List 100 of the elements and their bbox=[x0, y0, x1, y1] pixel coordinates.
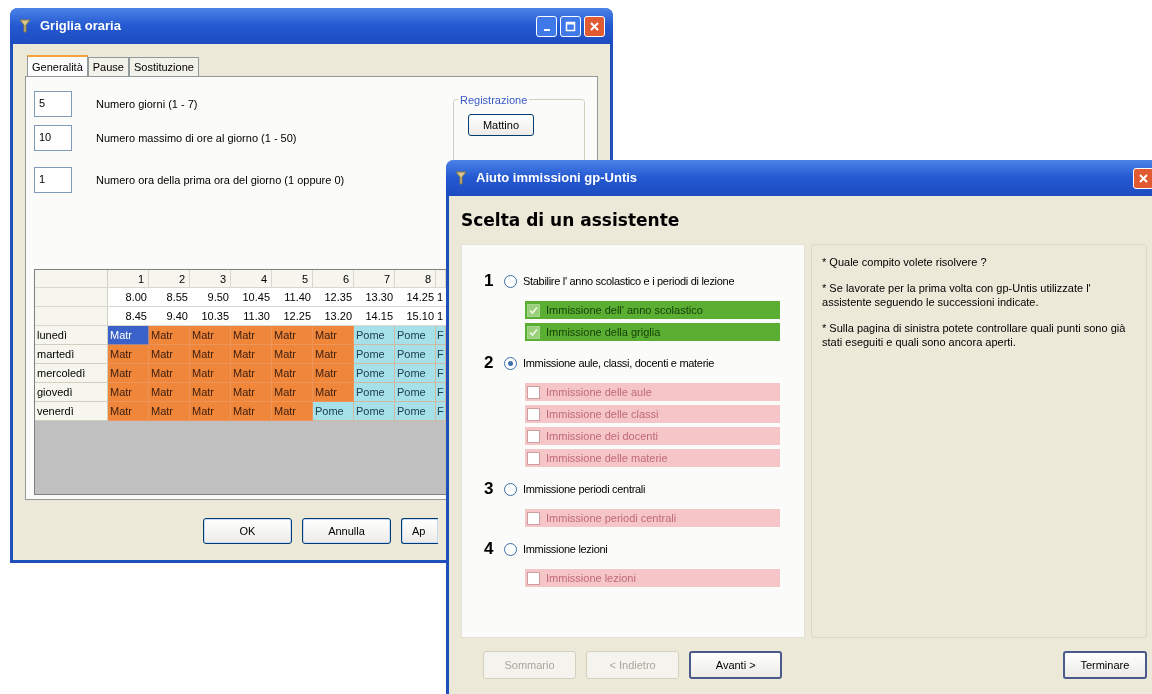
field-label: Numero ora della prima ora del giorno (1 oppure 0) bbox=[96, 172, 345, 188]
task-label: Immissione delle classi bbox=[546, 406, 659, 422]
table-cell[interactable]: Matr bbox=[231, 364, 272, 383]
table-cell: 11.40 bbox=[272, 288, 313, 306]
table-cell: 10.35 bbox=[190, 307, 231, 325]
table-cell[interactable]: Matr bbox=[190, 402, 231, 421]
task-label: Immissione delle materie bbox=[546, 450, 668, 466]
hint-text: * Sulla pagina di sinistra potete controllare quali punti sono già stati eseguiti e quali sono ancora aperti. bbox=[822, 321, 1127, 349]
table-cell[interactable]: Pome bbox=[395, 326, 436, 345]
table-cell[interactable]: Matr bbox=[108, 383, 149, 402]
table-cell[interactable]: Pome bbox=[395, 402, 436, 421]
column-header: 1 bbox=[108, 270, 149, 287]
hint-text: * Se lavorate per la prima volta con gp-Untis utilizzate l' assistente seguendo le successioni indicate. bbox=[822, 281, 1092, 309]
column-header: 6 bbox=[313, 270, 354, 287]
table-cell[interactable]: Matr bbox=[149, 402, 190, 421]
table-cell[interactable]: Matr bbox=[108, 364, 149, 383]
task-label: Immissione lezioni bbox=[546, 570, 636, 586]
table-cell[interactable]: Matr bbox=[231, 383, 272, 402]
table-cell[interactable]: Matr bbox=[108, 345, 149, 364]
row-header: mercoledì bbox=[35, 364, 108, 383]
table-cell: 1 bbox=[436, 307, 446, 325]
column-header: 2 bbox=[149, 270, 190, 287]
wizard-heading: Scelta di un assistente bbox=[461, 209, 681, 232]
table-cell[interactable]: Matr bbox=[313, 383, 354, 402]
column-header: 3 bbox=[190, 270, 231, 287]
step-label: Immissione periodi centrali bbox=[523, 481, 646, 497]
tab[interactable]: Pause bbox=[87, 57, 129, 76]
table-cell[interactable]: Matr bbox=[149, 364, 190, 383]
table-cell[interactable]: Pome bbox=[354, 345, 395, 364]
table-cell[interactable]: Pome bbox=[354, 383, 395, 402]
mattino-button[interactable]: Mattino bbox=[468, 114, 534, 136]
table-cell[interactable]: Matr bbox=[108, 326, 149, 345]
row-header: martedì bbox=[35, 345, 108, 364]
table-cell[interactable]: Matr bbox=[231, 345, 272, 364]
table-cell[interactable]: Pome bbox=[354, 364, 395, 383]
table-cell: 14.15 bbox=[354, 307, 395, 325]
dialog-button[interactable]: Annulla bbox=[302, 518, 391, 544]
table-cell[interactable]: Pome bbox=[395, 345, 436, 364]
dialog-button[interactable]: OK bbox=[203, 518, 292, 544]
table-cell[interactable]: Matr bbox=[272, 345, 313, 364]
finish-button[interactable]: Terminare bbox=[1062, 651, 1147, 679]
step-label: Immissione aule, classi, docenti e materie bbox=[523, 355, 714, 371]
table-cell: 9.50 bbox=[190, 288, 231, 306]
table-cell[interactable]: Matr bbox=[272, 326, 313, 345]
task-label: Immissione della griglia bbox=[546, 324, 661, 340]
row-header: lunedì bbox=[35, 326, 108, 345]
step-number: 1 bbox=[484, 270, 495, 293]
step-number: 4 bbox=[484, 538, 495, 561]
row-header: venerdì bbox=[35, 402, 108, 421]
table-cell[interactable]: Pome bbox=[395, 364, 436, 383]
table-cell[interactable]: Matr bbox=[313, 345, 354, 364]
window-title: Aiuto immissioni gp-Untis bbox=[476, 169, 639, 188]
row-header: giovedì bbox=[35, 383, 108, 402]
table-cell: 14.25 bbox=[395, 288, 436, 306]
column-header: 7 bbox=[354, 270, 395, 287]
table-cell[interactable]: Matr bbox=[149, 383, 190, 402]
wizard-button[interactable]: Avanti > bbox=[689, 651, 783, 679]
table-cell: 10.45 bbox=[231, 288, 272, 306]
table-cell[interactable]: Matr bbox=[108, 402, 149, 421]
tab[interactable]: Sostituzione bbox=[128, 57, 199, 76]
dialog-button[interactable]: Ap bbox=[401, 518, 438, 544]
column-header: 5 bbox=[272, 270, 313, 287]
table-cell[interactable]: Matr bbox=[190, 364, 231, 383]
task-label: Immissione periodi centrali bbox=[546, 510, 677, 526]
task-label: Immissione dell' anno scolastico bbox=[546, 302, 703, 318]
input-field[interactable]: 1 bbox=[34, 167, 72, 193]
table-cell: 13.30 bbox=[354, 288, 395, 306]
table-cell[interactable]: Pome bbox=[395, 383, 436, 402]
table-cell: 12.25 bbox=[272, 307, 313, 325]
field-label: Numero giorni (1 - 7) bbox=[96, 96, 198, 112]
step-number: 3 bbox=[484, 478, 495, 501]
table-cell: 15.10 bbox=[395, 307, 436, 325]
task-item[interactable]: Immissione dell' anno scolastico bbox=[525, 301, 781, 319]
tab[interactable]: Generalità bbox=[27, 55, 88, 77]
table-cell: 8.55 bbox=[149, 288, 190, 306]
table-cell[interactable]: Matr bbox=[231, 326, 272, 345]
input-field[interactable]: 10 bbox=[34, 125, 72, 151]
task-label: Immissione dei docenti bbox=[546, 428, 658, 444]
table-cell[interactable]: Matr bbox=[272, 383, 313, 402]
task-item[interactable]: Immissione della griglia bbox=[525, 323, 781, 341]
table-cell: 12.35 bbox=[313, 288, 354, 306]
table-cell[interactable]: Matr bbox=[231, 402, 272, 421]
table-cell[interactable]: Matr bbox=[190, 326, 231, 345]
table-cell[interactable]: Matr bbox=[272, 364, 313, 383]
table-cell[interactable]: Matr bbox=[190, 345, 231, 364]
table-cell: 1 bbox=[436, 288, 446, 306]
step-label: Immissione lezioni bbox=[523, 541, 608, 557]
table-cell[interactable]: Pome bbox=[313, 402, 354, 421]
input-field[interactable]: 5 bbox=[34, 91, 72, 117]
table-cell[interactable]: Matr bbox=[190, 383, 231, 402]
table-cell[interactable]: Matr bbox=[313, 326, 354, 345]
column-header: 4 bbox=[231, 270, 272, 287]
table-cell[interactable]: Matr bbox=[313, 364, 354, 383]
table-cell[interactable]: Matr bbox=[149, 345, 190, 364]
table-cell[interactable]: Pome bbox=[354, 402, 395, 421]
step-label: Stabilire l' anno scolastico e i periodi di lezione bbox=[523, 273, 735, 289]
table-cell[interactable]: Pome bbox=[354, 326, 395, 345]
hint-text: * Quale compito volete risolvere ? bbox=[822, 255, 988, 269]
table-cell[interactable]: Matr bbox=[149, 326, 190, 345]
table-cell[interactable]: Matr bbox=[272, 402, 313, 421]
